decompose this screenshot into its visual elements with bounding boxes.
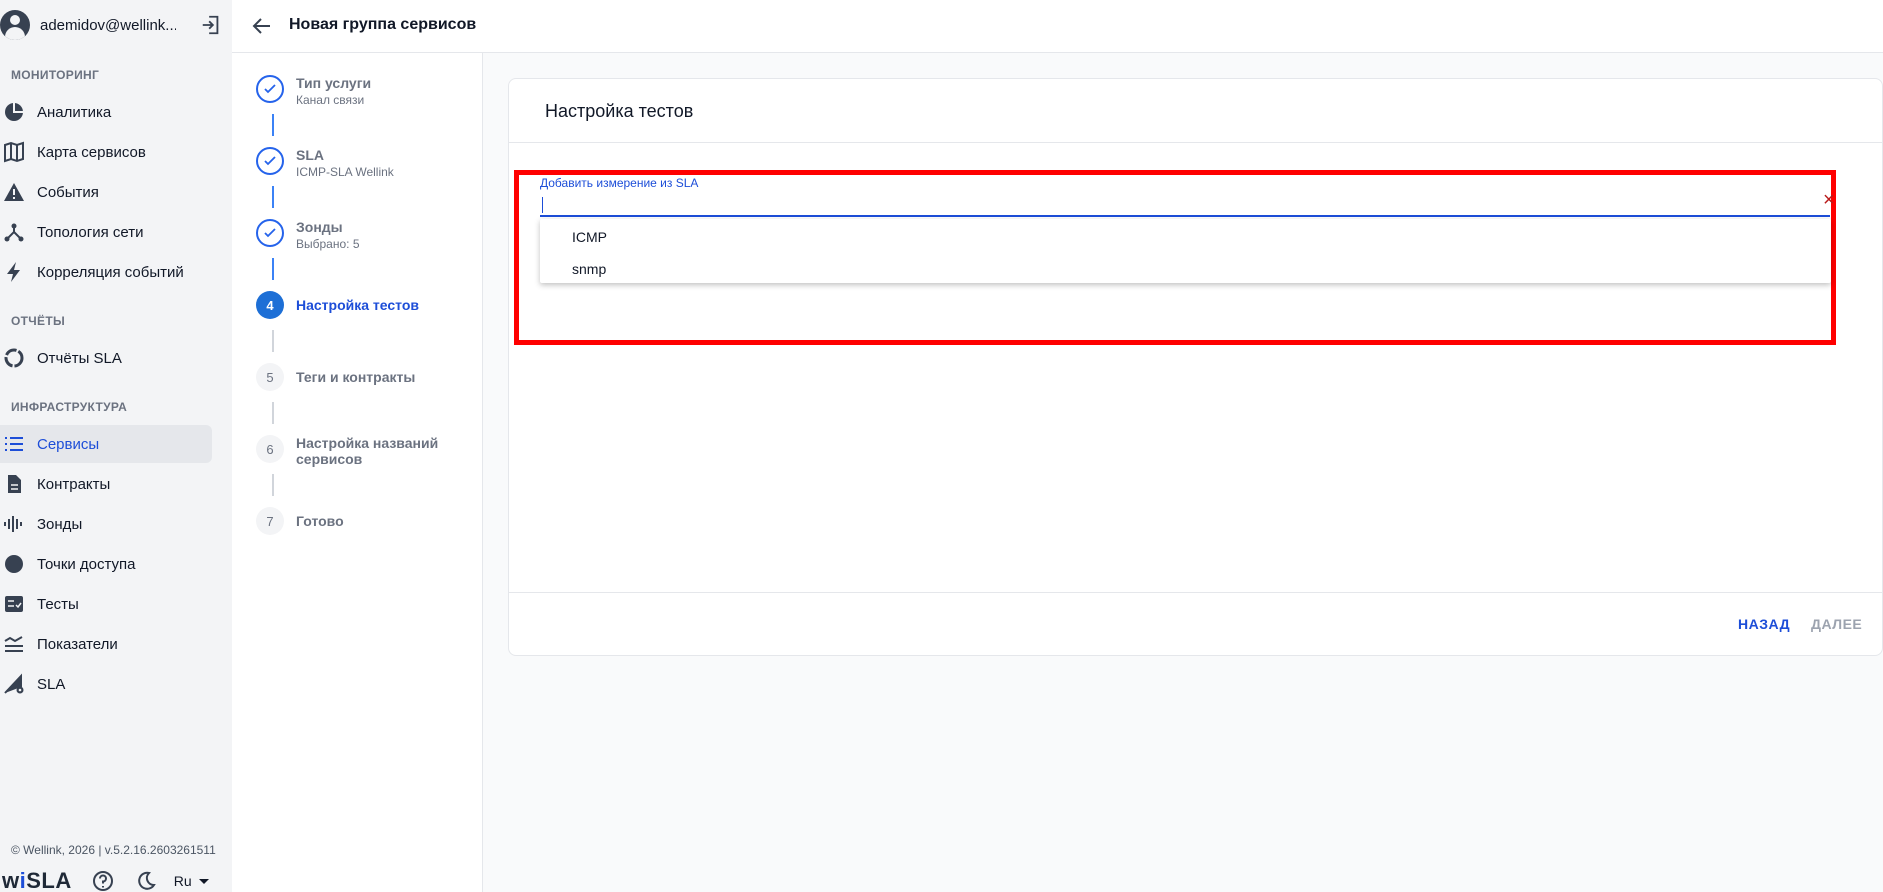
step-title: Настройка названий сервисов — [296, 435, 439, 467]
check-icon — [256, 147, 284, 175]
sla-measurement-input[interactable] — [540, 193, 1830, 217]
waveform-icon — [4, 516, 22, 532]
sidebar-item-label: Зонды — [37, 515, 83, 533]
sla-gear-icon — [4, 673, 24, 694]
divider — [509, 592, 1882, 593]
sidebar-item-label: Показатели — [37, 635, 118, 653]
step-subtitle: Канал связи — [296, 93, 365, 107]
clear-icon[interactable]: × — [1823, 189, 1835, 212]
step-connector — [272, 114, 274, 136]
map-icon — [4, 141, 24, 163]
checklist-icon — [5, 596, 23, 612]
sidebar-item-label: Аналитика — [37, 103, 112, 121]
arrow-left-icon[interactable] — [250, 14, 274, 38]
sidebar-item-label: Сервисы — [37, 435, 100, 453]
language-select[interactable]: Ru — [174, 873, 209, 889]
step-connector — [272, 186, 274, 208]
logout-icon[interactable] — [200, 14, 222, 36]
sidebar-item-sla[interactable]: SLA — [0, 665, 212, 703]
sidebar-item-label: Топология сети — [37, 223, 144, 241]
topology-icon — [4, 223, 24, 242]
footer-row: wiSLA Ru — [0, 868, 232, 892]
text-cursor — [542, 197, 543, 213]
sidebar-item-label: Контракты — [37, 475, 111, 493]
list-icon — [5, 437, 23, 451]
sidebar-item-correlation[interactable]: Корреляция событий — [0, 253, 212, 291]
sidebar-item-events[interactable]: События — [0, 173, 212, 211]
check-icon — [256, 219, 284, 247]
warning-icon — [4, 183, 24, 201]
sidebar-item-access-points[interactable]: Точки доступа — [0, 545, 212, 583]
sidebar-item-label: Карта сервисов — [37, 143, 146, 161]
option-icmp[interactable]: ICMP — [572, 229, 607, 245]
card-title: Настройка тестов — [545, 101, 694, 121]
step-subtitle: ICMP-SLA Wellink — [296, 165, 394, 179]
sidebar-item-analytics[interactable]: Аналитика — [0, 93, 212, 131]
step-title: Теги и контракты — [296, 369, 416, 385]
sidebar-item-metrics[interactable]: Показатели — [0, 625, 212, 663]
test-settings-card: Настройка тестов Добавить измерение из S… — [508, 78, 1883, 656]
step-connector — [272, 258, 274, 280]
step-connector — [272, 402, 274, 424]
avatar[interactable] — [0, 10, 30, 40]
section-reports: ОТЧЁТЫ — [11, 314, 66, 328]
step-title: Готово — [296, 513, 344, 529]
step-number: 7 — [256, 507, 284, 535]
step-subtitle: Выбрано: 5 — [296, 237, 360, 251]
step-title: SLA — [296, 147, 324, 163]
options-dropdown: ICMP snmp — [540, 219, 1831, 283]
back-button[interactable]: НАЗАД — [1738, 616, 1790, 632]
option-snmp[interactable]: snmp — [572, 261, 606, 277]
help-icon[interactable] — [92, 870, 114, 892]
pie-chart-icon — [5, 103, 23, 121]
copyright: © Wellink, 2026 | v.5.2.16.2603261511 — [11, 843, 216, 857]
lightning-icon — [7, 262, 20, 282]
sidebar-item-probes[interactable]: Зонды — [0, 505, 212, 543]
next-button[interactable]: ДАЛЕЕ — [1811, 616, 1862, 632]
step-number: 4 — [256, 291, 284, 319]
section-infrastructure: ИНФРАСТРУКТУРА — [11, 400, 128, 414]
sidebar-item-label: События — [37, 183, 99, 201]
step-number: 5 — [256, 363, 284, 391]
sidebar-item-label: Тесты — [37, 595, 79, 613]
document-icon — [8, 475, 21, 493]
page-title: Новая группа сервисов — [289, 16, 477, 33]
step-title: Настройка тестов — [296, 297, 420, 313]
check-icon — [256, 75, 284, 103]
divider — [509, 142, 1882, 143]
header: Новая группа сервисов — [232, 0, 1883, 53]
step-title: Зонды — [296, 219, 343, 235]
sidebar-item-service-map[interactable]: Карта сервисов — [0, 133, 212, 171]
sidebar-item-tests[interactable]: Тесты — [0, 585, 212, 623]
sidebar-item-label: Корреляция событий — [37, 263, 184, 281]
step-title: Тип услуги — [296, 75, 372, 91]
step-number: 6 — [256, 435, 284, 463]
moon-icon[interactable] — [134, 870, 156, 892]
sidebar-item-topology[interactable]: Топология сети — [0, 213, 212, 251]
user-name: ademidov@wellink... — [40, 16, 176, 34]
sidebar-item-sla-reports[interactable]: Отчёты SLA — [0, 339, 212, 377]
sidebar-item-label: SLA — [37, 675, 66, 693]
sidebar: ademidov@wellink... МОНИТОРИНГ Аналитика… — [0, 0, 232, 892]
sidebar-item-contracts[interactable]: Контракты — [0, 465, 212, 503]
field-label: Добавить измерение из SLA — [540, 176, 699, 190]
circle-icon — [5, 555, 23, 573]
sidebar-item-label: Точки доступа — [37, 555, 136, 573]
caret-down-icon — [198, 878, 209, 884]
sidebar-item-services[interactable]: Сервисы — [0, 425, 212, 463]
section-monitoring: МОНИТОРИНГ — [11, 68, 100, 82]
metrics-icon — [4, 636, 23, 652]
step-connector — [272, 474, 274, 496]
wisla-logo: wiSLA — [2, 868, 72, 892]
user-row[interactable]: ademidov@wellink... — [0, 8, 232, 42]
sidebar-item-label: Отчёты SLA — [37, 349, 122, 367]
donut-chart-icon — [4, 348, 24, 368]
step-connector — [272, 330, 274, 352]
